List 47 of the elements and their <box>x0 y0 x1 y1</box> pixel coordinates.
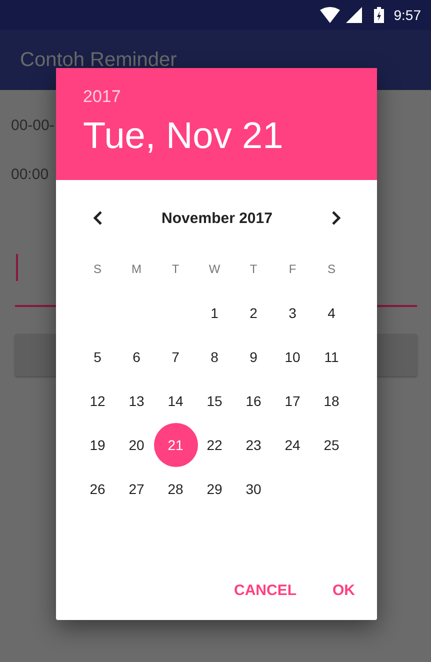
calendar-day[interactable]: 3 <box>276 291 308 335</box>
calendar-day[interactable]: 17 <box>276 379 308 423</box>
calendar-day[interactable]: 30 <box>238 467 270 511</box>
weekday-label: F <box>288 261 298 278</box>
text-cursor <box>16 254 18 281</box>
wifi-icon <box>320 7 340 23</box>
calendar-day[interactable]: 13 <box>120 379 152 423</box>
calendar-day[interactable]: 28 <box>160 467 192 511</box>
calendar-day[interactable]: 5 <box>82 335 114 379</box>
calendar-day[interactable]: 8 <box>198 335 230 379</box>
calendar-day[interactable]: 7 <box>160 335 192 379</box>
calendar-day[interactable]: 11 <box>316 335 348 379</box>
calendar-day[interactable]: 4 <box>316 291 348 335</box>
calendar-day[interactable]: 16 <box>238 379 270 423</box>
calendar-day[interactable]: 1 <box>198 291 230 335</box>
calendar-day[interactable]: 12 <box>82 379 114 423</box>
month-label: November 2017 <box>162 210 272 226</box>
calendar-day[interactable]: 15 <box>198 379 230 423</box>
signal-icon <box>346 7 362 23</box>
calendar-day[interactable]: 10 <box>276 335 308 379</box>
calendar-day[interactable]: 6 <box>120 335 152 379</box>
calendar-day[interactable]: 2 <box>238 291 270 335</box>
chevron-right-icon[interactable] <box>329 211 343 225</box>
weekday-label: T <box>248 261 258 278</box>
chevron-left-icon[interactable] <box>91 211 105 225</box>
weekday-label: W <box>208 261 222 278</box>
weekday-label: S <box>326 261 336 278</box>
calendar-day[interactable]: 27 <box>120 467 152 511</box>
weekday-label: M <box>130 261 142 278</box>
calendar-day[interactable]: 24 <box>276 423 308 467</box>
weekday-label: S <box>92 261 102 278</box>
calendar-day[interactable]: 20 <box>120 423 152 467</box>
battery-icon <box>374 7 384 23</box>
calendar-day[interactable]: 14 <box>160 379 192 423</box>
weekday-label: T <box>170 261 180 278</box>
time-text: 00:00 <box>11 166 50 183</box>
calendar-day[interactable]: 22 <box>198 423 230 467</box>
app-title: Contoh Reminder <box>20 48 177 72</box>
calendar-day[interactable]: 26 <box>82 467 114 511</box>
calendar-day[interactable]: 23 <box>238 423 270 467</box>
calendar-day[interactable]: 18 <box>316 379 348 423</box>
calendar-day[interactable]: 29 <box>198 467 230 511</box>
calendar-day[interactable]: 25 <box>316 423 348 467</box>
calendar-day[interactable]: 9 <box>238 335 270 379</box>
status-time: 9:57 <box>394 7 421 23</box>
calendar-day[interactable]: 19 <box>82 423 114 467</box>
date-text: 00-00- <box>11 117 56 134</box>
